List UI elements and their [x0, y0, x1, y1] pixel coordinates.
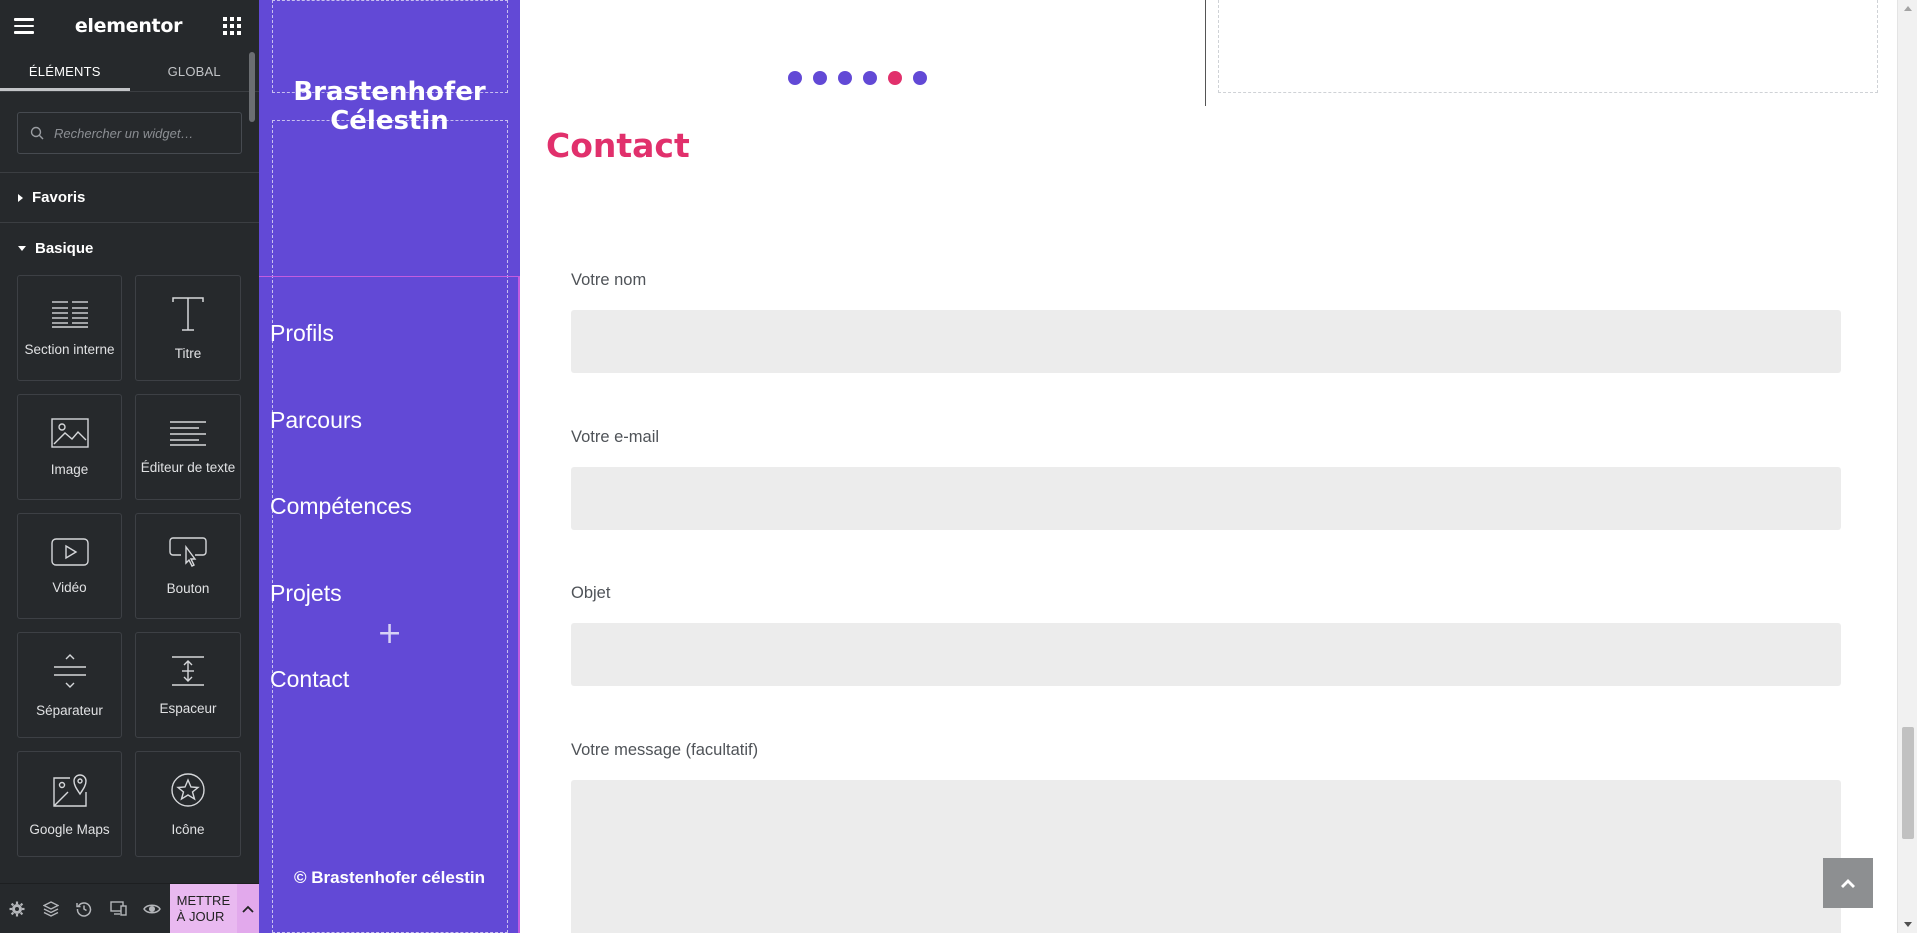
site-title-line2: Célestin: [330, 106, 449, 136]
menu-hamburger-icon[interactable]: [14, 18, 34, 34]
widget-label: Espaceur: [159, 700, 217, 716]
widget-grid: Section interne Titre Image Éditeur de t…: [0, 273, 259, 857]
widget-label: Google Maps: [29, 821, 110, 837]
site-title-line1: Brastenhofer: [293, 77, 486, 107]
video-icon: [50, 537, 89, 566]
caret-down-icon: [18, 245, 26, 251]
slider-dot[interactable]: [788, 71, 802, 85]
update-button-text: METTRE À JOUR: [177, 893, 230, 925]
widget-label: Section interne: [24, 341, 115, 357]
category-basic[interactable]: Basique: [0, 223, 259, 273]
update-button[interactable]: METTRE À JOUR: [169, 883, 260, 933]
responsive-icon[interactable]: [101, 884, 135, 933]
name-label: Votre nom: [571, 271, 647, 289]
widget-google-maps[interactable]: Google Maps: [17, 751, 122, 857]
widget-heading[interactable]: Titre: [135, 275, 241, 381]
panel-footer: METTRE À JOUR: [0, 883, 260, 933]
widget-label: Bouton: [166, 580, 210, 596]
widget-label: Titre: [174, 345, 202, 361]
slider-dot[interactable]: [813, 71, 827, 85]
widget-spacer[interactable]: Espaceur: [135, 632, 241, 738]
text-editor-icon: [170, 420, 206, 446]
star-icon: [171, 772, 205, 807]
panel-tabs: ÉLÉMENTS GLOBAL: [0, 52, 259, 92]
tab-elements[interactable]: ÉLÉMENTS: [0, 52, 130, 91]
scroll-down-arrow-icon[interactable]: [1904, 922, 1912, 927]
widget-label: Icône: [171, 821, 205, 837]
nav-link-parcours[interactable]: Parcours: [270, 407, 412, 494]
widget-label: Séparateur: [36, 702, 103, 718]
divider-icon: [53, 653, 86, 688]
subject-label: Objet: [571, 584, 611, 602]
widget-inner-section[interactable]: Section interne: [17, 275, 122, 381]
widget-label: Image: [50, 461, 89, 477]
column-divider: [1205, 0, 1206, 106]
widget-image[interactable]: Image: [17, 394, 122, 500]
button-icon: [169, 536, 207, 567]
navigator-icon[interactable]: [34, 884, 68, 933]
category-basic-label: Basique: [35, 239, 94, 257]
site-sidebar: Brastenhofer Célestin Profils Parcours C…: [259, 0, 520, 933]
nav-link-profils[interactable]: Profils: [270, 320, 412, 407]
update-label-line2: À JOUR: [176, 908, 225, 924]
scrollbar-thumb[interactable]: [1902, 727, 1914, 839]
heading-icon: [172, 296, 204, 331]
main-content: Contact Votre nom Votre e-mail Objet Vot…: [520, 0, 1897, 933]
contact-heading: Contact: [546, 126, 690, 165]
spacer-icon: [172, 655, 204, 686]
message-label: Votre message (facultatif): [571, 741, 759, 759]
widget-label: Éditeur de texte: [140, 459, 236, 475]
widget-text-editor[interactable]: Éditeur de texte: [135, 394, 241, 500]
panel-scrollbar[interactable]: [249, 52, 255, 122]
tab-global[interactable]: GLOBAL: [130, 52, 260, 91]
sidebar-divider: [259, 276, 520, 277]
preview-eye-icon[interactable]: [135, 884, 169, 933]
nav-link-competences[interactable]: Compétences: [270, 493, 412, 580]
panel-header: elementor: [0, 0, 259, 52]
history-icon[interactable]: [67, 884, 101, 933]
email-field[interactable]: [571, 467, 1841, 530]
slider-dot[interactable]: [838, 71, 852, 85]
slider-dot[interactable]: [913, 71, 927, 85]
panel-title: elementor: [74, 15, 183, 37]
empty-column-placeholder: [1218, 0, 1878, 93]
nav-link-contact[interactable]: Contact: [270, 666, 412, 753]
elementor-panel: elementor ÉLÉMENTS GLOBAL Favoris Basiqu…: [0, 0, 260, 933]
name-field[interactable]: [571, 310, 1841, 373]
scroll-to-top-button[interactable]: [1823, 858, 1873, 908]
google-maps-icon: [52, 773, 87, 807]
image-icon: [50, 417, 89, 448]
chevron-up-icon: [1841, 878, 1855, 888]
widget-search-input[interactable]: [18, 113, 241, 153]
site-title: Brastenhofer Célestin: [259, 78, 520, 136]
subject-field[interactable]: [571, 623, 1841, 686]
caret-right-icon: [18, 193, 23, 202]
widget-icon[interactable]: Icône: [135, 751, 241, 857]
slider-dot[interactable]: [863, 71, 877, 85]
category-favorites-label: Favoris: [32, 189, 86, 206]
page-scrollbar[interactable]: [1897, 0, 1917, 933]
add-element-plus-icon[interactable]: +: [377, 616, 402, 651]
chevron-up-icon[interactable]: [237, 883, 260, 933]
slider-dot-active[interactable]: [888, 71, 902, 85]
site-nav: Profils Parcours Compétences Projets Con…: [270, 320, 412, 753]
message-field[interactable]: [571, 780, 1841, 933]
widget-divider[interactable]: Séparateur: [17, 632, 122, 738]
widgets-grid-icon[interactable]: [223, 17, 241, 35]
scroll-up-arrow-icon[interactable]: [1904, 6, 1912, 11]
update-label-line1: METTRE: [176, 892, 231, 908]
widget-video[interactable]: Vidéo: [17, 513, 122, 619]
inner-section-icon: [51, 300, 88, 328]
slider-dots: [788, 71, 927, 85]
search-icon: [30, 126, 44, 140]
widget-label: Vidéo: [52, 579, 87, 595]
email-label: Votre e-mail: [571, 428, 660, 446]
category-favorites[interactable]: Favoris: [0, 173, 259, 223]
settings-icon[interactable]: [0, 884, 34, 933]
widget-search-wrapper: [0, 92, 259, 173]
widget-search-box: [17, 112, 242, 154]
widget-button[interactable]: Bouton: [135, 513, 241, 619]
copyright-text: © Brastenhofer célestin: [293, 868, 486, 887]
